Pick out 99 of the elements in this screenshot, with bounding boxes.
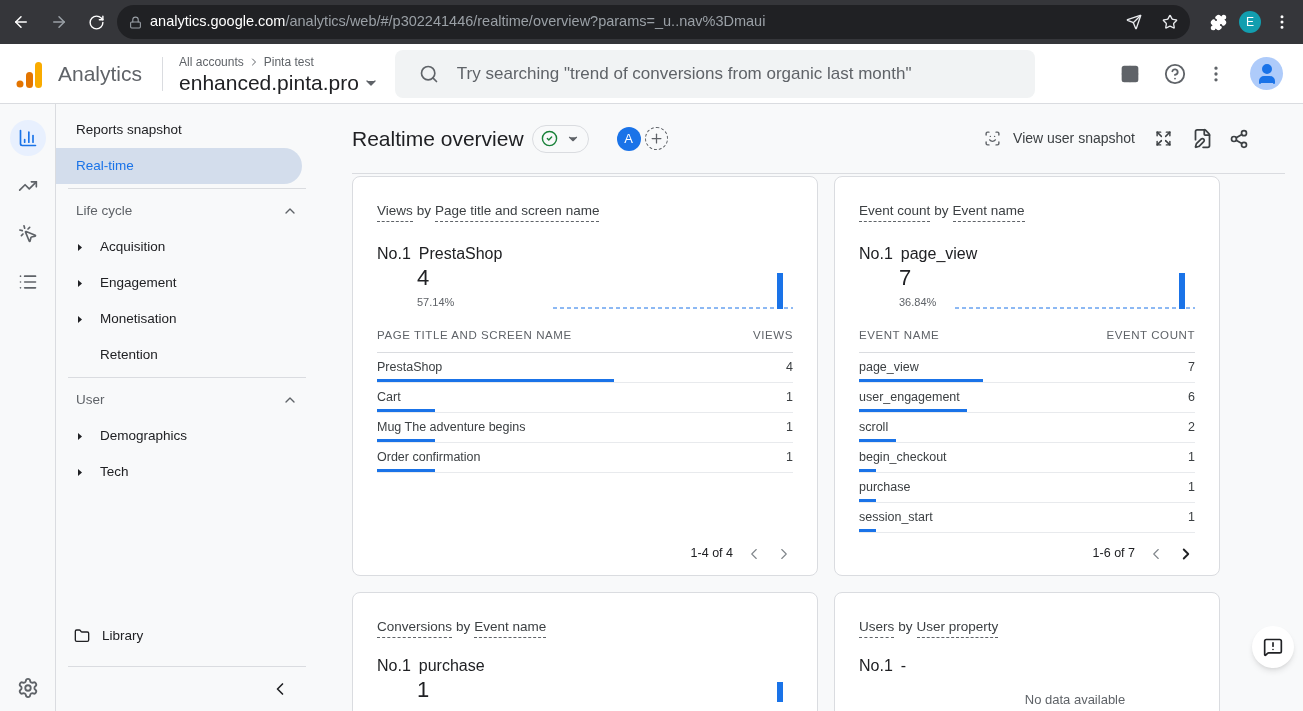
page-title: Realtime overview xyxy=(352,125,524,152)
top-item-value: 1 xyxy=(417,678,430,703)
column-header: EVENT COUNT xyxy=(1106,327,1195,343)
send-icon[interactable] xyxy=(1126,14,1142,30)
url-text: analytics.google.com/analytics/web/#/p302241446/realtime/overview?params=_u..nav%3Dmaui xyxy=(150,12,766,32)
top-item-share: 36.84% xyxy=(899,295,937,311)
top-item-name: purchase xyxy=(418,656,485,677)
rank-label: No.1 xyxy=(377,656,411,677)
column-header: PAGE TITLE AND SCREEN NAME xyxy=(377,327,572,343)
folder-icon xyxy=(74,628,90,644)
table-cell: page_view xyxy=(859,360,919,375)
dimension-link[interactable]: Page title and screen name xyxy=(435,201,600,223)
top-item-share: 57.14% xyxy=(417,295,455,311)
top-item-value: 7 xyxy=(899,266,913,291)
card-title-text: by xyxy=(456,618,471,636)
rank-label: No.1 xyxy=(859,244,893,265)
search-icon xyxy=(418,63,439,84)
table-cell: 1 xyxy=(786,450,793,465)
sidebar-item[interactable]: Retention xyxy=(100,344,158,366)
section-header[interactable]: User xyxy=(76,389,105,411)
top-item-name: page_view xyxy=(900,244,978,265)
table-cell: user_engagement xyxy=(859,390,960,405)
dimension-link[interactable]: User property xyxy=(916,617,999,639)
table-cell: 4 xyxy=(786,360,793,375)
sidebar-item[interactable]: Tech xyxy=(100,461,129,483)
card-title-text: by xyxy=(934,202,949,220)
reload-icon[interactable] xyxy=(88,13,105,31)
table-cell: Cart xyxy=(377,390,401,405)
expand-triangle-icon[interactable] xyxy=(78,315,82,323)
feedback-icon xyxy=(1263,637,1283,657)
account-avatar[interactable] xyxy=(1250,57,1283,90)
feedback-button[interactable] xyxy=(1252,626,1294,668)
sidebar-item[interactable]: Reports snapshot xyxy=(56,112,302,148)
table-cell: 1 xyxy=(786,390,793,405)
sidebar-item[interactable]: Monetisation xyxy=(100,308,177,330)
table-cell: Order confirmation xyxy=(377,450,481,465)
table-cell: 7 xyxy=(1188,360,1195,375)
dimension-link[interactable]: Conversions xyxy=(377,617,453,639)
table-cell: 6 xyxy=(1188,390,1195,405)
dimension-link[interactable]: Views xyxy=(377,201,413,223)
reports-nav-icon[interactable] xyxy=(9,120,46,156)
search-field[interactable]: Try searching "trend of conversions from organic last month" xyxy=(394,49,1035,98)
top-item-name: - xyxy=(900,656,907,677)
back-icon[interactable] xyxy=(12,13,30,31)
extensions-icon[interactable] xyxy=(1210,13,1227,31)
table-cell: begin_checkout xyxy=(859,450,947,465)
expand-triangle-icon[interactable] xyxy=(78,468,82,476)
top-item-name: PrestaShop xyxy=(418,244,503,265)
expand-triangle-icon[interactable] xyxy=(78,279,82,287)
dimension-link[interactable]: Event name xyxy=(474,617,547,639)
dimension-link[interactable]: Event count xyxy=(859,201,931,223)
property-selector[interactable]: enhanced.pinta.pro xyxy=(179,70,379,95)
forward-icon[interactable] xyxy=(50,13,68,31)
breadcrumb-link[interactable]: Pinta test xyxy=(263,52,314,71)
table-cell: 1 xyxy=(786,420,793,435)
view-user-snapshot-button[interactable]: View user snapshot xyxy=(1013,128,1135,149)
rank-label: No.1 xyxy=(377,244,411,265)
breadcrumb-link[interactable]: All accounts xyxy=(179,52,244,71)
user-scan-icon xyxy=(984,130,1002,147)
edit-report-icon[interactable] xyxy=(1192,128,1213,149)
column-header: VIEWS xyxy=(753,327,793,343)
card-title-text: by xyxy=(416,202,432,220)
dimension-link[interactable]: Users xyxy=(859,617,895,639)
minute-bar-drawing xyxy=(777,682,783,703)
card-title-text: by xyxy=(898,618,913,636)
table-cell: purchase xyxy=(859,480,911,495)
sidebar-item[interactable]: Acquisition xyxy=(100,236,166,258)
settings-icon[interactable] xyxy=(16,677,39,699)
comparison-avatar[interactable]: A xyxy=(616,126,641,151)
table-cell: 2 xyxy=(1188,420,1195,435)
sidebar-item[interactable]: Engagement xyxy=(100,272,177,294)
pagination-text: 1-4 of 4 xyxy=(690,545,733,563)
lock-icon xyxy=(129,15,142,29)
table-cell: scroll xyxy=(859,420,889,435)
address-bar[interactable]: analytics.google.com/analytics/web/#/p302241446/realtime/overview?params=_u..nav%3Dmaui xyxy=(117,5,1190,39)
table-cell: session_start xyxy=(859,510,933,525)
top-item-value: 4 xyxy=(417,266,431,291)
table-cell: PrestaShop xyxy=(377,360,443,375)
product-name: Analytics xyxy=(58,60,143,87)
expand-triangle-icon[interactable] xyxy=(78,243,82,251)
help-icon[interactable] xyxy=(1164,62,1186,85)
pagination-text: 1-6 of 7 xyxy=(1092,545,1135,563)
column-header: EVENT NAME xyxy=(859,327,940,343)
fullscreen-icon[interactable] xyxy=(1155,130,1172,147)
table-cell: 1 xyxy=(1188,450,1195,465)
rank-label: No.1 xyxy=(859,656,893,677)
plus-icon xyxy=(648,131,664,146)
check-circle-icon xyxy=(540,130,558,147)
sidebar-item[interactable]: Demographics xyxy=(100,425,188,447)
dimension-link[interactable]: Event name xyxy=(952,201,1025,223)
bookmark-star-icon[interactable] xyxy=(1162,14,1178,30)
library-link[interactable]: Library xyxy=(102,625,144,647)
expand-triangle-icon[interactable] xyxy=(78,432,82,440)
analytics-logo-icon xyxy=(16,59,42,88)
table-cell: 1 xyxy=(1188,480,1195,495)
table-cell: 1 xyxy=(1188,510,1195,525)
section-header[interactable]: Life cycle xyxy=(76,200,133,222)
share-icon[interactable] xyxy=(1229,128,1249,149)
table-cell: Mug The adventure begins xyxy=(377,420,526,435)
